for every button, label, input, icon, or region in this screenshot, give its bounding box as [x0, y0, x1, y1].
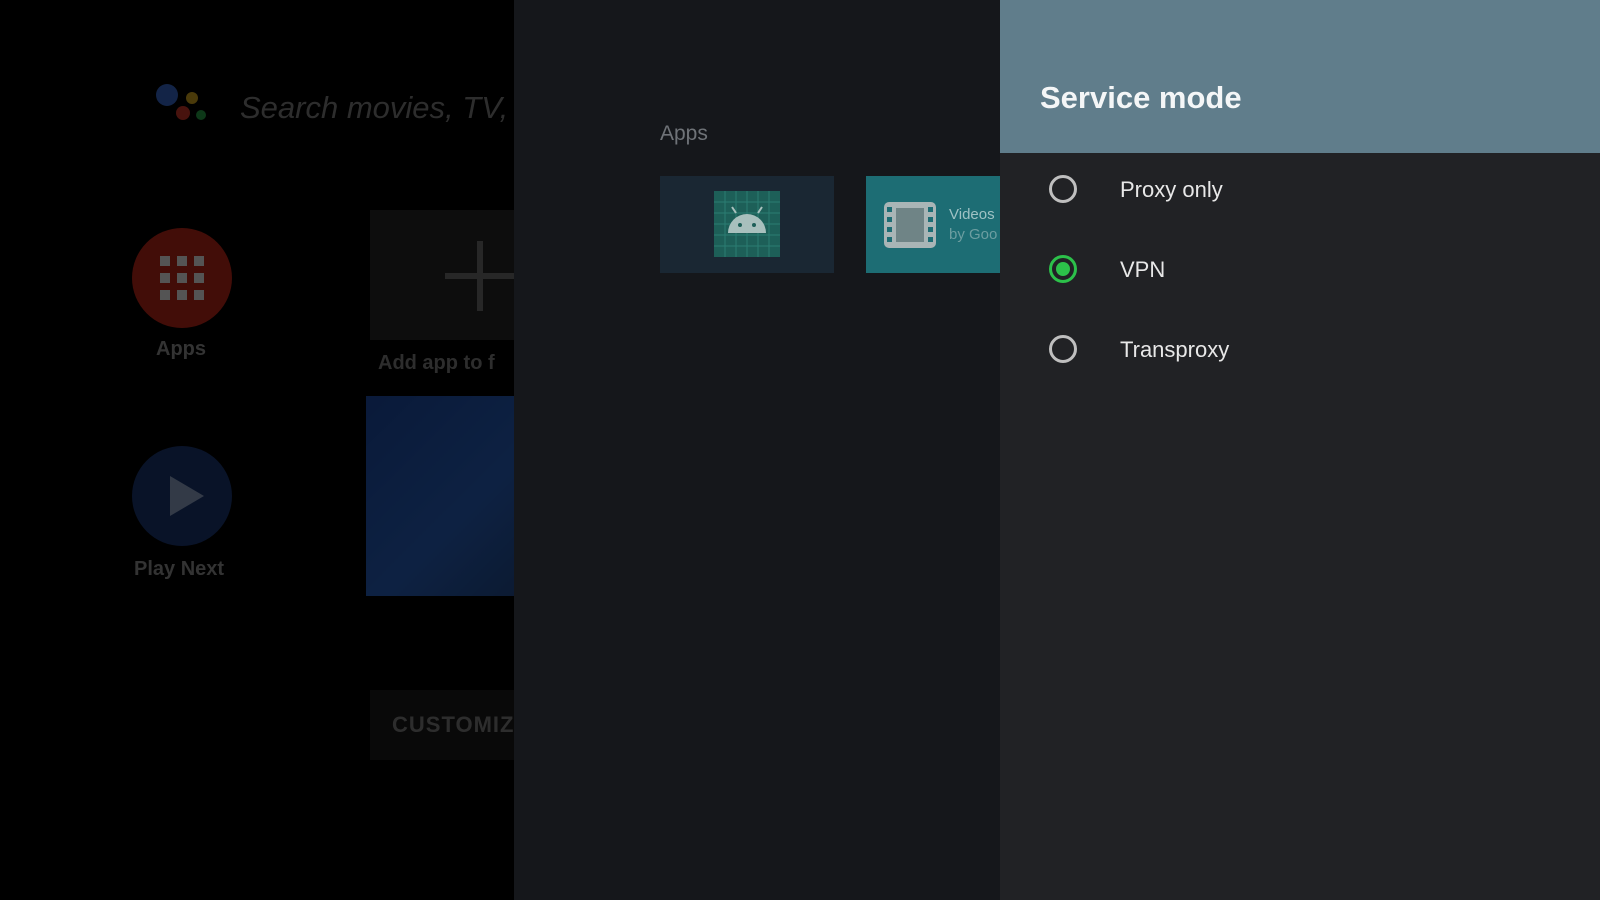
option-vpn[interactable]: VPN	[1000, 233, 1600, 311]
radio-button-checked-icon[interactable]	[1049, 255, 1077, 283]
videos-app-subtitle: by Goo	[949, 226, 998, 243]
grid-icon	[160, 256, 204, 300]
dialog-header: Service mode	[1000, 0, 1600, 153]
apps-button-label: Apps	[156, 338, 206, 360]
featured-content-tile[interactable]	[366, 396, 514, 596]
videos-app-tile[interactable]: Videos by Goo	[866, 176, 1000, 273]
film-strip-icon	[882, 200, 938, 250]
search-bar[interactable]: Search movies, TV, a	[240, 90, 514, 126]
option-transproxy[interactable]: Transproxy	[1000, 313, 1600, 391]
android-icon	[714, 191, 780, 257]
option-label: Transproxy	[1120, 337, 1230, 362]
google-assistant-icon	[156, 84, 210, 130]
play-next-label: Play Next	[134, 558, 225, 580]
apps-button[interactable]	[132, 228, 232, 328]
dialog-title: Service mode	[1040, 80, 1242, 115]
play-next-button[interactable]	[132, 446, 232, 546]
option-proxy-only[interactable]: Proxy only	[1000, 153, 1600, 231]
add-app-tile[interactable]	[370, 210, 514, 340]
customize-label: CUSTOMIZE	[392, 712, 514, 737]
service-mode-dialog: Service mode Proxy only VPN Transproxy	[1000, 0, 1600, 900]
radio-button-unchecked-icon[interactable]	[1049, 175, 1077, 203]
apps-heading: Apps	[660, 122, 708, 145]
play-icon	[170, 476, 204, 516]
add-app-label: Add app to f	[378, 352, 495, 374]
option-label: Proxy only	[1120, 177, 1223, 202]
radio-button-unchecked-icon[interactable]	[1049, 335, 1077, 363]
option-label: VPN	[1120, 257, 1166, 282]
tv-screen: Search movies, TV, a Apps Play Next Add …	[0, 0, 1600, 900]
android-app-tile[interactable]	[660, 176, 834, 273]
videos-app-title: Videos	[949, 206, 995, 223]
apps-panel: Apps Videos by Goo	[514, 0, 1000, 900]
launcher-background: Search movies, TV, a Apps Play Next Add …	[0, 0, 514, 900]
